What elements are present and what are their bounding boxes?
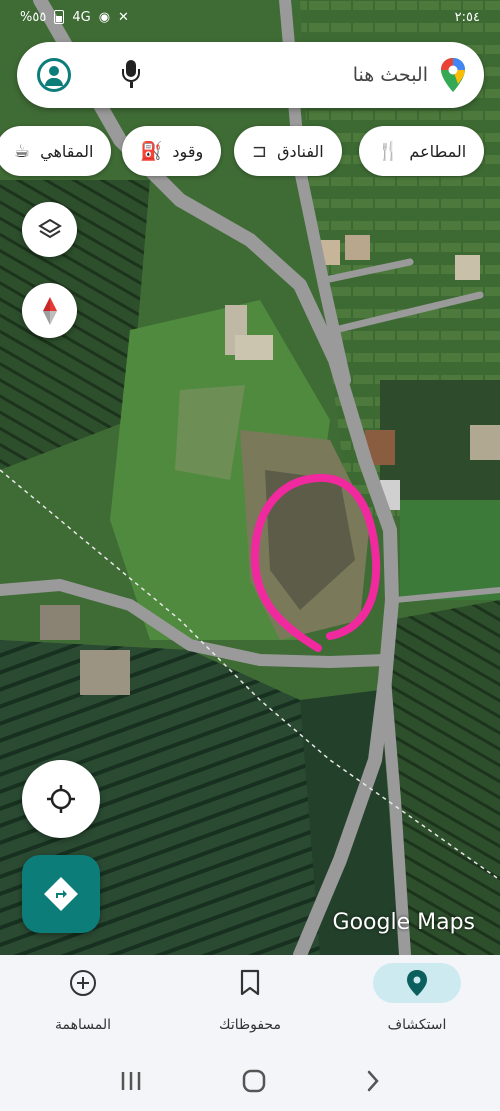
chip-hotels[interactable]: الفنادق ⊏ xyxy=(234,126,342,176)
tab-icon-wrap xyxy=(206,963,294,1003)
google-maps-attribution: Google Maps xyxy=(332,910,475,935)
status-left: %٥٥ 4G ◉ ✕ xyxy=(20,10,129,25)
tab-label: المساهمة xyxy=(55,1017,111,1033)
coffee-cup-icon: ☕ xyxy=(14,140,31,162)
bookmark-icon xyxy=(240,969,260,996)
category-chips: المطاعم 🍴 الفنادق ⊏ وقود ⛽ المقاهي ☕ xyxy=(0,126,500,178)
battery-icon xyxy=(54,10,65,24)
home-icon[interactable] xyxy=(241,1068,267,1094)
chip-label: المطاعم xyxy=(409,141,467,161)
directions-button[interactable] xyxy=(22,855,100,933)
tab-contribute[interactable]: المساهمة xyxy=(0,955,166,1051)
compass-icon xyxy=(42,296,57,325)
bottom-navigation: المساهمة محفوظاتك استكشاف xyxy=(0,955,500,1051)
system-navigation-bar xyxy=(0,1051,500,1111)
location-status-icon: ◉ xyxy=(98,9,111,25)
my-location-button[interactable] xyxy=(22,760,100,838)
tab-explore[interactable]: استكشاف xyxy=(334,955,500,1051)
chip-label: الفنادق xyxy=(277,141,324,161)
search-placeholder[interactable]: البحث هنا xyxy=(143,64,440,86)
tab-icon-wrap xyxy=(39,963,127,1003)
chip-label: وقود xyxy=(172,141,204,161)
directions-icon xyxy=(44,877,78,911)
fork-knife-icon: 🍴 xyxy=(377,140,400,162)
account-icon[interactable] xyxy=(37,58,71,92)
recents-icon[interactable] xyxy=(119,1070,143,1092)
tab-icon-wrap xyxy=(373,963,461,1003)
microphone-icon[interactable] xyxy=(119,60,143,90)
fuel-pump-icon: ⛽ xyxy=(140,140,163,162)
tab-saved[interactable]: محفوظاتك xyxy=(167,955,333,1051)
google-maps-pin-icon xyxy=(441,58,465,92)
clock: ٢:٥٤ xyxy=(454,9,480,25)
crosshair-icon xyxy=(47,785,75,813)
bed-icon: ⊏ xyxy=(252,140,268,162)
network-label: 4G xyxy=(72,9,91,25)
layers-button[interactable] xyxy=(22,202,77,257)
search-bar[interactable]: البحث هنا xyxy=(17,42,484,108)
chip-cafes[interactable]: المقاهي ☕ xyxy=(0,126,112,176)
location-pin-icon xyxy=(407,970,427,996)
back-chevron-icon[interactable] xyxy=(365,1069,381,1093)
tab-label: استكشاف xyxy=(387,1017,447,1033)
battery-percent: %٥٥ xyxy=(20,9,47,25)
chip-fuel[interactable]: وقود ⛽ xyxy=(122,126,222,176)
mute-icon: ✕ xyxy=(118,9,129,25)
status-bar: %٥٥ 4G ◉ ✕ ٢:٥٤ xyxy=(0,0,500,34)
tab-label: محفوظاتك xyxy=(219,1017,281,1033)
layers-icon xyxy=(37,218,62,238)
plus-circle-icon xyxy=(70,970,96,996)
chip-restaurants[interactable]: المطاعم 🍴 xyxy=(359,126,485,176)
chip-label: المقاهي xyxy=(40,141,94,161)
compass-button[interactable] xyxy=(22,283,77,338)
